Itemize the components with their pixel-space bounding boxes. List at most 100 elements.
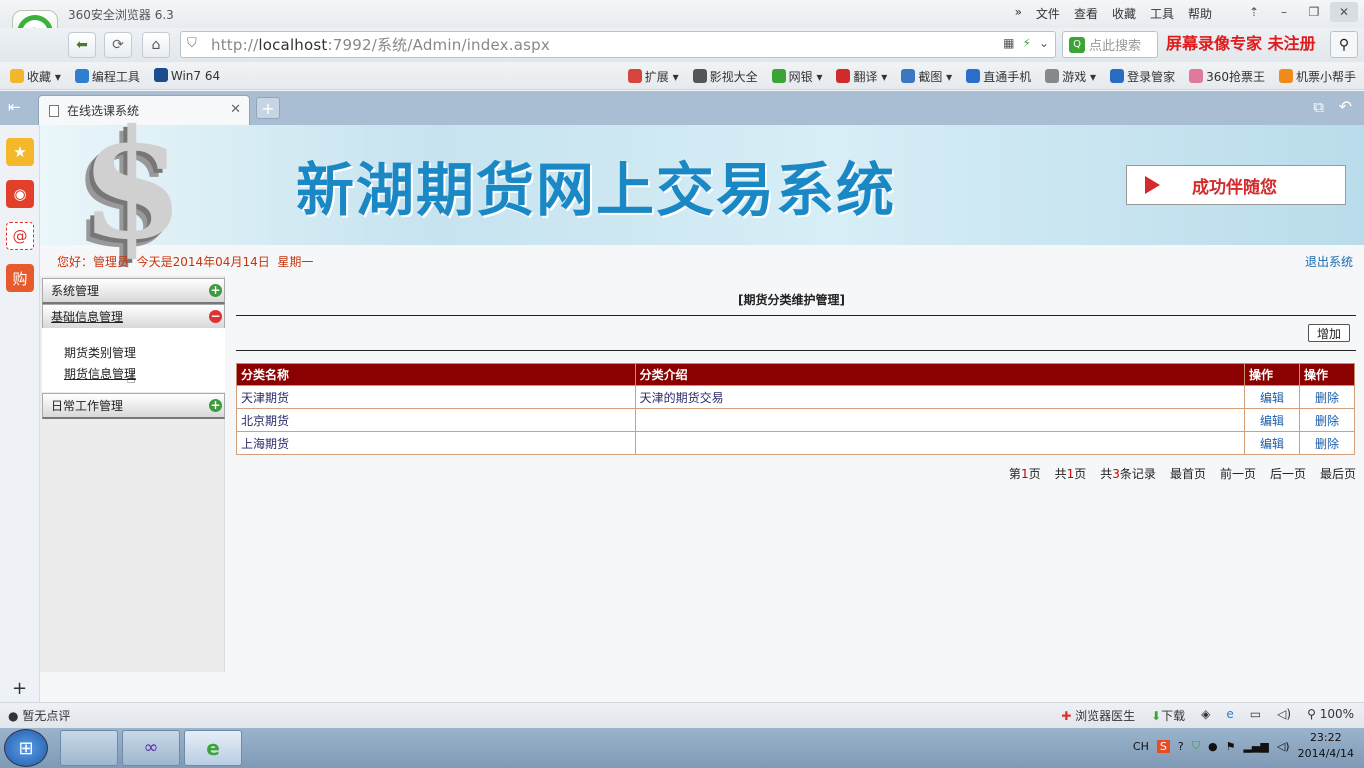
tool-ticket[interactable]: 360抢票王: [1189, 68, 1265, 85]
sidebar-favorites-icon[interactable]: ★: [6, 138, 34, 166]
tool-games[interactable]: 游戏 ▾: [1045, 68, 1096, 85]
language-indicator[interactable]: CH: [1133, 740, 1149, 753]
edit-link[interactable]: 编辑: [1260, 437, 1284, 451]
nav-group-basic-info[interactable]: 基础信息管理 −: [42, 304, 225, 330]
back-button[interactable]: ⬅: [68, 32, 96, 58]
close-button[interactable]: ✕: [1330, 2, 1358, 22]
tab-close-icon[interactable]: ✕: [230, 102, 241, 117]
favorite-programming-tools[interactable]: 编程工具: [74, 68, 140, 85]
recorder-watermark: 屏幕录像专家 未注册: [1166, 34, 1316, 53]
sidebar-shop-icon[interactable]: 购: [6, 264, 34, 292]
volume-icon[interactable]: ◁): [1277, 740, 1290, 753]
task-360-browser[interactable]: e: [184, 730, 242, 766]
delete-link[interactable]: 删除: [1315, 391, 1339, 405]
tool-bank[interactable]: 网银 ▾: [771, 68, 822, 85]
minimize-button[interactable]: –: [1270, 2, 1298, 22]
film-icon: [692, 69, 707, 83]
menu-item-view[interactable]: 查看: [1074, 5, 1098, 22]
menu-item-favorites[interactable]: 收藏: [1112, 5, 1136, 22]
nav-group-daily-work[interactable]: 日常工作管理 +: [42, 393, 225, 419]
plane-icon: [1278, 69, 1293, 83]
column-header: 操作: [1299, 363, 1355, 386]
clock[interactable]: 23:22 2014/4/14: [1298, 730, 1354, 762]
restore-tabs-icon[interactable]: ⧉: [1313, 98, 1324, 116]
browser-doctor[interactable]: ✚ 浏览器医生: [1061, 707, 1135, 724]
plus-icon: ✚: [1061, 709, 1072, 723]
search-box[interactable]: Q 点此搜索: [1062, 31, 1158, 58]
pin-icon[interactable]: ⇡: [1240, 2, 1268, 22]
favorites-menu[interactable]: 收藏 ▾: [10, 68, 61, 85]
status-comment[interactable]: ● 暂无点评: [8, 707, 70, 724]
play-icon: [1145, 176, 1160, 194]
qq-icon[interactable]: ●: [1208, 740, 1218, 753]
new-tab-button[interactable]: +: [256, 97, 280, 119]
delete-link[interactable]: 删除: [1315, 437, 1339, 451]
lightning-icon[interactable]: ⚡: [1023, 36, 1031, 50]
page-icon: [49, 104, 59, 117]
prev-page-link[interactable]: 前一页: [1220, 465, 1256, 482]
category-table: 分类名称 分类介绍 操作 操作 天津期货 天津的期货交易 编辑 删除 北京期货 …: [236, 363, 1355, 455]
restore-button[interactable]: ❐: [1300, 2, 1328, 22]
sidebar-toggle-icon[interactable]: ⇤: [8, 98, 21, 116]
logout-link[interactable]: 退出系统: [1305, 253, 1353, 270]
menu-chevron-icon[interactable]: »: [1015, 5, 1022, 22]
undo-close-icon[interactable]: ↶: [1339, 97, 1352, 116]
sidebar-weibo-icon[interactable]: ◉: [6, 180, 34, 208]
expand-icon[interactable]: +: [209, 399, 222, 412]
menu-item-tools[interactable]: 工具: [1150, 5, 1174, 22]
shield-tray-icon[interactable]: ⛉: [1192, 739, 1200, 753]
address-url[interactable]: http://localhost:7992/系统/Admin/index.asp…: [211, 34, 550, 55]
phone-icon: [966, 69, 981, 83]
sogou-icon[interactable]: S: [1156, 739, 1170, 753]
tool-extensions[interactable]: 扩展 ▾: [627, 68, 679, 85]
nav-group-system[interactable]: 系统管理 +: [42, 278, 225, 304]
task-user-app[interactable]: [60, 730, 118, 766]
next-page-link[interactable]: 后一页: [1270, 465, 1306, 482]
tool-screenshot[interactable]: 截图 ▾: [901, 68, 952, 85]
sidebar-mail-icon[interactable]: @: [6, 222, 34, 250]
category-desc: 天津的期货交易: [634, 385, 1246, 409]
expand-icon[interactable]: +: [209, 284, 222, 297]
sidebar-add-icon[interactable]: +: [12, 678, 27, 699]
home-button[interactable]: ⌂: [142, 32, 170, 58]
tool-phone[interactable]: 直通手机: [966, 68, 1031, 85]
start-button[interactable]: ⊞: [4, 729, 48, 767]
table-header-row: 分类名称 分类介绍 操作 操作: [236, 363, 1355, 386]
search-engine-icon[interactable]: Q: [1069, 36, 1085, 53]
download-button[interactable]: ⬇下载: [1151, 707, 1185, 724]
edit-link[interactable]: 编辑: [1260, 391, 1284, 405]
add-button[interactable]: 增加: [1308, 324, 1350, 342]
compat-icon[interactable]: ◈: [1201, 707, 1210, 724]
window-icon[interactable]: ▭: [1250, 707, 1261, 724]
status-tools: ✚ 浏览器医生 ⬇下载 ◈ e ▭ ◁) ⚲ 100%: [1061, 707, 1354, 724]
menu-item-file[interactable]: 文件: [1036, 5, 1060, 22]
column-header: 分类名称: [236, 363, 636, 386]
first-page-link[interactable]: 最首页: [1170, 465, 1206, 482]
comment-icon: ●: [8, 709, 19, 723]
dropdown-icon[interactable]: ⌄: [1039, 36, 1049, 50]
task-visual-studio[interactable]: ∞: [122, 730, 180, 766]
banner-title: 新湖期货网上交易系统: [296, 156, 897, 224]
tool-flight[interactable]: 机票小帮手: [1278, 68, 1356, 85]
last-page-link[interactable]: 最后页: [1320, 465, 1356, 482]
favorite-win7[interactable]: Win7 64: [153, 68, 220, 85]
search-button[interactable]: ⚲: [1330, 31, 1358, 58]
tool-video[interactable]: 影视大全: [692, 68, 758, 85]
network-icon[interactable]: ▂▄▆: [1243, 740, 1268, 753]
hand-cursor-icon: ☝: [126, 368, 136, 387]
tool-login-manager[interactable]: 登录管家: [1110, 68, 1175, 85]
flag-icon[interactable]: ⚑: [1226, 740, 1236, 753]
collapse-icon[interactable]: −: [209, 310, 222, 323]
qr-icon[interactable]: ▦: [1003, 36, 1014, 50]
zoom-control[interactable]: ⚲ 100%: [1307, 707, 1354, 724]
nav-item-category[interactable]: 期货类别管理: [64, 344, 136, 361]
edit-link[interactable]: 编辑: [1260, 414, 1284, 428]
ie-icon[interactable]: e: [1226, 707, 1233, 724]
delete-link[interactable]: 删除: [1315, 414, 1339, 428]
refresh-button[interactable]: ⟳: [104, 32, 132, 58]
help-icon[interactable]: ?: [1178, 740, 1184, 753]
tool-translate[interactable]: 翻译 ▾: [836, 68, 887, 85]
menu-item-help[interactable]: 帮助: [1188, 5, 1212, 22]
address-bar[interactable]: ⛉ http://localhost:7992/系统/Admin/index.a…: [180, 31, 1056, 58]
sound-icon[interactable]: ◁): [1277, 707, 1291, 724]
